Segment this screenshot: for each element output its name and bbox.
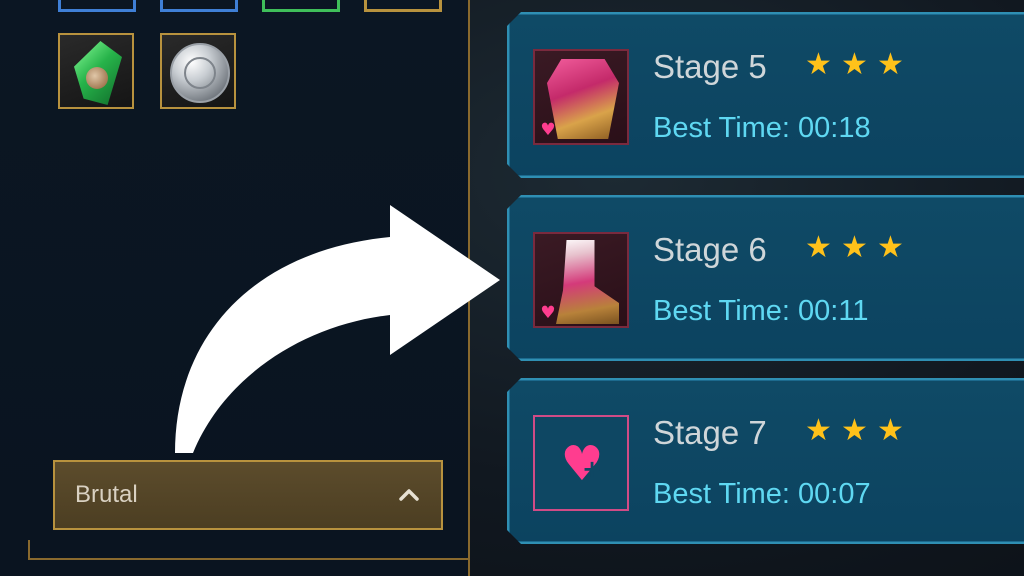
difficulty-dropdown[interactable]: Brutal: [53, 460, 443, 530]
star-icon: ★: [841, 230, 868, 265]
stage-card-6[interactable]: ♥ Stage 6 ★ ★ ★ Best Time: 00:11: [507, 195, 1024, 361]
reward-slot-partial[interactable]: [160, 0, 238, 12]
difficulty-label: Brutal: [75, 481, 138, 508]
plus-icon: +: [581, 455, 603, 483]
stage-title: Stage 7: [653, 414, 767, 451]
best-time: Best Time: 00:11: [653, 295, 869, 327]
star-icon: ★: [877, 47, 904, 82]
star-icon: ★: [877, 413, 904, 448]
panel-frame: [28, 540, 468, 560]
stage-stars: ★ ★ ★: [805, 416, 907, 446]
star-icon: ★: [805, 413, 832, 448]
reward-slot-coin[interactable]: [160, 33, 236, 109]
reward-slot-gem[interactable]: [58, 33, 134, 109]
skull-icon: [86, 67, 108, 89]
star-icon: ★: [841, 413, 868, 448]
heart-icon: ♥: [560, 436, 604, 492]
heart-plus-icon: ♥ +: [533, 415, 629, 511]
reward-slot-partial[interactable]: [364, 0, 442, 12]
top-reward-row-partial: [58, 0, 442, 12]
stage-card-7[interactable]: ♥ + Stage 7 ★ ★ ★ Best Time: 00:07: [507, 378, 1024, 544]
star-icon: ★: [805, 47, 832, 82]
chevron-up-icon: [399, 489, 419, 501]
star-icon: ★: [877, 230, 904, 265]
stage-stars: ★ ★ ★: [805, 50, 907, 80]
curved-arrow-icon: [175, 205, 500, 453]
stage-title: Stage 5: [653, 48, 767, 85]
heart-set-icon: ♥: [540, 120, 556, 140]
stage-card-5[interactable]: ♥ Stage 5 ★ ★ ★ Best Time: 00:18: [507, 12, 1024, 178]
star-icon: ★: [841, 47, 868, 82]
silver-coin-icon: [170, 43, 230, 103]
reward-slot-partial[interactable]: [58, 0, 136, 12]
star-icon: ★: [805, 230, 832, 265]
boots-armor-icon: ♥: [533, 232, 629, 328]
best-time: Best Time: 00:18: [653, 112, 871, 144]
best-time: Best Time: 00:07: [653, 478, 871, 510]
reward-slot-partial[interactable]: [262, 0, 340, 12]
stage-title: Stage 6: [653, 231, 767, 268]
heart-set-icon: ♥: [540, 303, 556, 323]
chest-armor-icon: ♥: [533, 49, 629, 145]
stage-stars: ★ ★ ★: [805, 233, 907, 263]
